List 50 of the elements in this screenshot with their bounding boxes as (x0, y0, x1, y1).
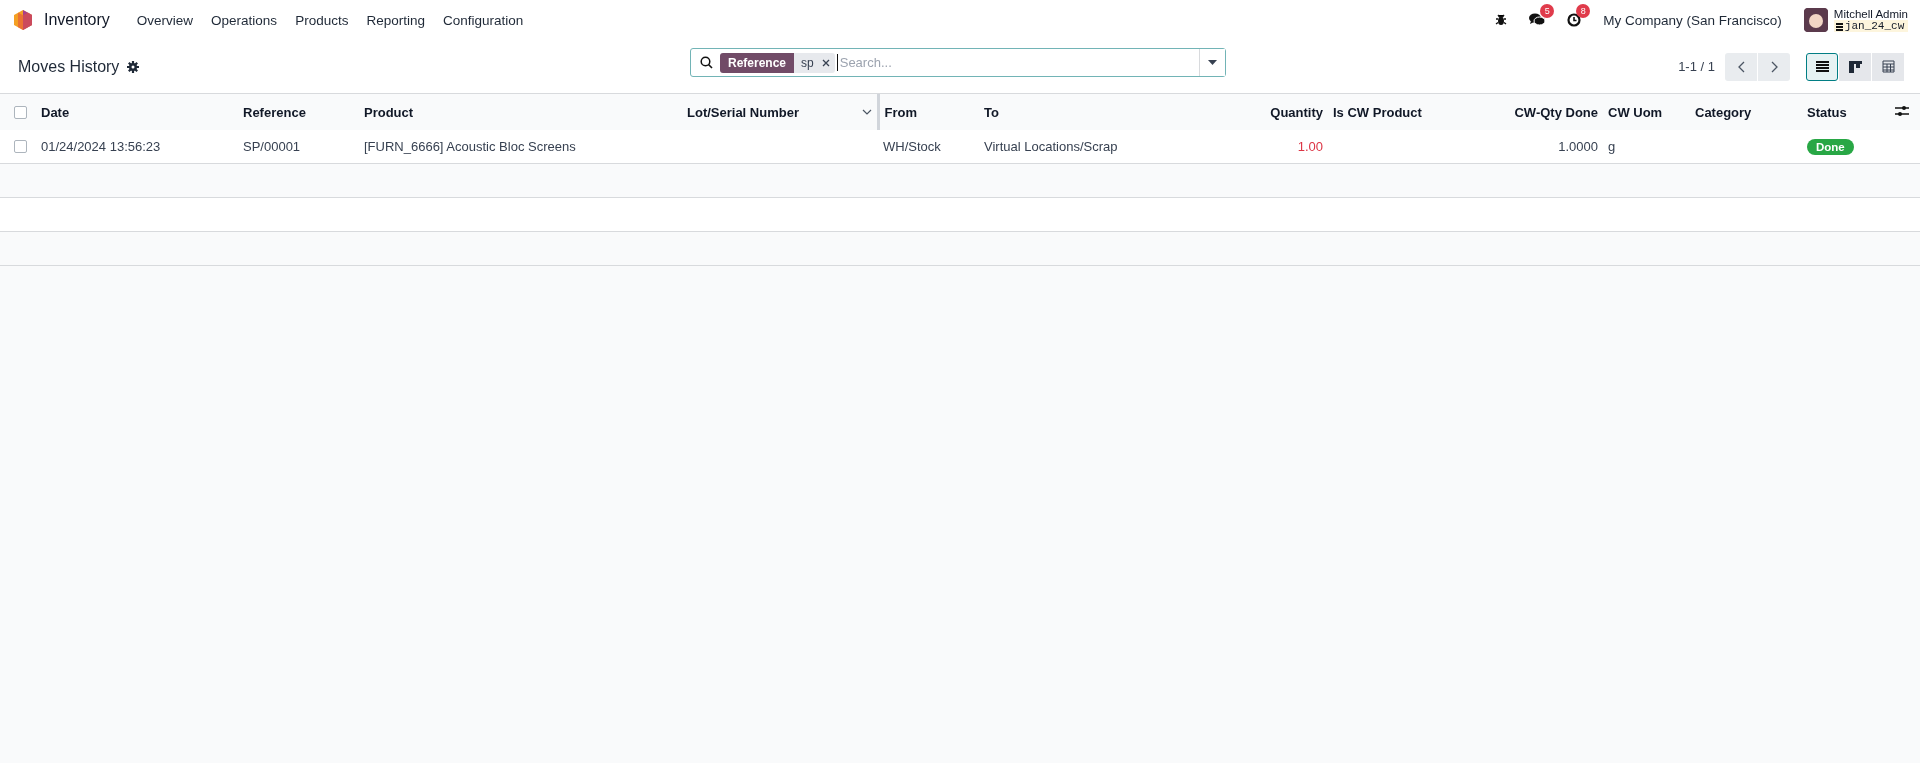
search-options-button[interactable] (1199, 49, 1225, 76)
pager-value[interactable]: 1-1 / 1 (1678, 59, 1715, 74)
activity-count-badge: 8 (1576, 4, 1591, 18)
user-name[interactable]: Mitchell Admin (1833, 8, 1908, 20)
bug-icon[interactable] (1495, 14, 1508, 26)
search-icon (700, 56, 713, 69)
column-header[interactable]: From (878, 94, 979, 130)
database-icon (1835, 21, 1843, 31)
avatar-icon[interactable] (1803, 8, 1828, 32)
view-switch-button[interactable] (1806, 52, 1838, 81)
chevron-down-icon[interactable] (861, 109, 872, 115)
company-switcher[interactable]: My Company (San Francisco) (1603, 12, 1782, 28)
column-header[interactable]: Lot/Serial Number (687, 104, 799, 120)
kanban-view-icon (1848, 60, 1862, 73)
reference-cell: SP/00001 (238, 130, 359, 164)
chevron-left-icon (1737, 60, 1745, 73)
list-view-icon (1815, 61, 1829, 72)
app-name[interactable]: Inventory (44, 11, 110, 29)
quantity-cell: 1.00 (1220, 130, 1328, 164)
close-icon[interactable] (821, 58, 830, 67)
clock-icon[interactable] (1567, 13, 1582, 27)
menu-item[interactable]: Reporting (357, 6, 434, 34)
view-switch-button[interactable] (1839, 52, 1871, 81)
sliders-icon[interactable] (1895, 104, 1909, 117)
row-checkbox[interactable] (14, 140, 27, 153)
facet-label: Reference (720, 52, 795, 73)
from-location-cell: WH/Stock (878, 130, 979, 164)
facet-value: sp (801, 55, 814, 70)
search-field[interactable]: Reference sp Search... (690, 48, 1226, 77)
menu-item[interactable]: Overview (127, 6, 203, 34)
menu-item[interactable]: Products (286, 6, 358, 34)
database-name: jan_24_cw (1833, 20, 1908, 32)
menu-item[interactable]: Operations (202, 6, 287, 34)
page-title: Moves History (18, 57, 120, 76)
cw-uom-cell: g (1603, 130, 1690, 164)
settings-icon[interactable] (127, 60, 140, 73)
menu-item[interactable]: Configuration (433, 6, 533, 34)
grid-view-icon (1881, 60, 1895, 73)
app-logo-icon[interactable] (14, 10, 32, 30)
view-switch-button[interactable] (1872, 52, 1904, 81)
date-cell: 01/24/2024 13:56:23 (36, 130, 238, 164)
to-location-cell: Virtual Locations/Scrap (979, 130, 1220, 164)
message-count-badge: 5 (1540, 4, 1555, 18)
product-cell: [FURN_6666] Acoustic Bloc Screens (359, 130, 682, 164)
status-badge: Done (1807, 138, 1854, 155)
chat-icon[interactable] (1529, 13, 1546, 27)
caret-icon (1208, 60, 1217, 65)
chevron-right-icon (1770, 60, 1778, 73)
select-all-checkbox[interactable] (14, 105, 27, 119)
cw-qty-cell: 1.0000 (1420, 130, 1603, 164)
